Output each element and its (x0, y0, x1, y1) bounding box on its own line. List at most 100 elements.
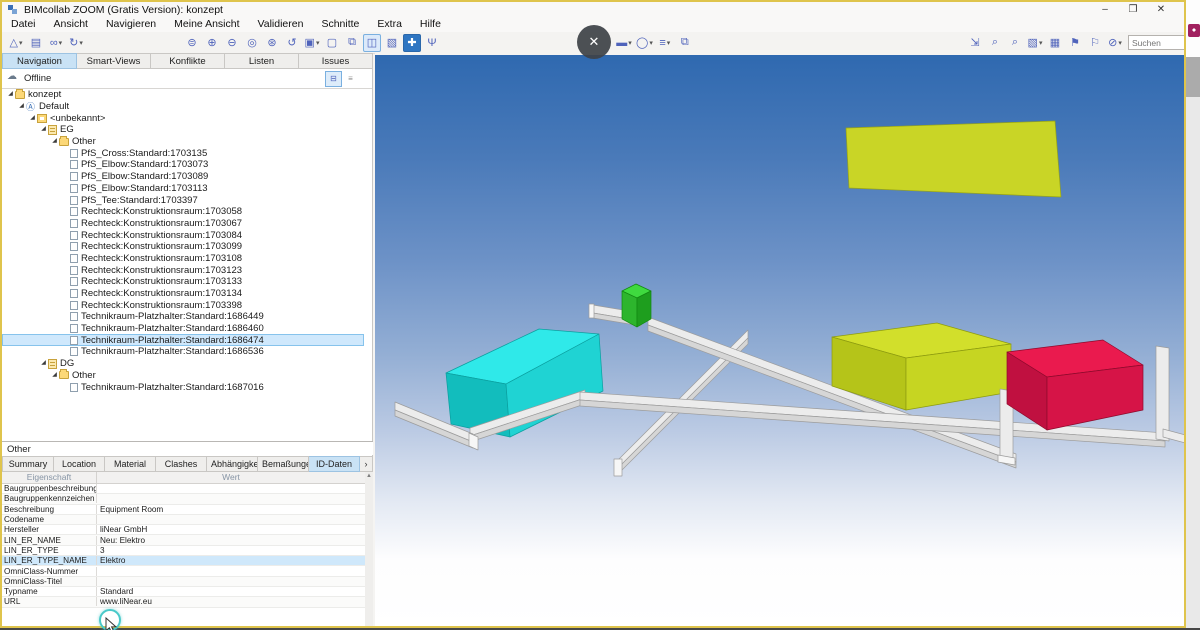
tree-item[interactable]: Rechteck:Konstruktionsraum:1703067 (2, 218, 364, 230)
beam-riser[interactable] (1156, 346, 1169, 441)
zoom-in-button[interactable]: ⊕ (203, 34, 221, 52)
menu-validieren[interactable]: Validieren (249, 17, 313, 31)
caret-down-icon[interactable]: ▾ (649, 39, 653, 47)
tab-smart-views[interactable]: Smart-Views (77, 53, 151, 69)
pick-remove-button[interactable]: ⚐ (1086, 34, 1104, 52)
caret-down-icon[interactable]: ▾ (1039, 39, 1043, 47)
tree-item[interactable]: PfS_Elbow:Standard:1703113 (2, 183, 364, 195)
search-input[interactable] (1128, 35, 1192, 50)
rotate-reset-button[interactable]: ↺ (283, 34, 301, 52)
caret-down-icon[interactable]: ▾ (667, 39, 671, 47)
caret-down-icon[interactable]: ▾ (628, 39, 632, 47)
table-row[interactable]: HerstellerliNear GmbH (2, 525, 365, 535)
menu-navigieren[interactable]: Navigieren (97, 17, 165, 31)
expand-arrow-icon[interactable]: ◢ (39, 359, 48, 366)
detail-tab-location[interactable]: Location (54, 456, 105, 472)
detail-tab-iddaten[interactable]: ID-Daten (309, 456, 360, 472)
viewport-canvas[interactable] (375, 55, 1184, 628)
menu-meine-ansicht[interactable]: Meine Ansicht (165, 17, 248, 31)
caret-down-icon[interactable]: ▾ (59, 39, 63, 47)
tree-item[interactable]: Technikraum-Platzhalter:Standard:1686460 (2, 323, 364, 335)
maximize-button[interactable]: ❐ (1120, 2, 1146, 17)
tree-item[interactable]: ◢DG (2, 358, 364, 370)
menu-extra[interactable]: Extra (368, 17, 411, 31)
table-row[interactable]: Codename (2, 515, 365, 525)
tree-item[interactable]: Rechteck:Konstruktionsraum:1703099 (2, 241, 364, 253)
tree-item[interactable]: ◢<unbekannt> (2, 112, 364, 124)
tree-item[interactable]: PfS_Tee:Standard:1703397 (2, 194, 364, 206)
expand-arrow-icon[interactable]: ◢ (50, 371, 59, 378)
viewport-3d[interactable] (375, 52, 1184, 628)
menu-datei[interactable]: Datei (2, 17, 45, 31)
detail-tab-clashes[interactable]: Clashes (156, 456, 207, 472)
table-row[interactable]: OmniClass-Nummer (2, 566, 365, 576)
expand-arrow-icon[interactable]: ◢ (28, 114, 37, 121)
scroll-up-icon[interactable]: ▲ (365, 473, 373, 479)
ortho-button[interactable]: ⊛ (263, 34, 281, 52)
copy-view-button[interactable]: ⧉ (676, 34, 694, 52)
close-button[interactable]: ✕ (1148, 2, 1174, 17)
tab-overflow-button[interactable]: › (360, 456, 373, 472)
tree-item[interactable]: ◢Other (2, 136, 364, 148)
tree-item[interactable]: ◢konzept (2, 89, 364, 101)
tab-listen[interactable]: Listen (225, 53, 299, 69)
tree-item[interactable]: Technikraum-Platzhalter:Standard:1686536 (2, 346, 364, 358)
model-scene[interactable] (375, 55, 1184, 628)
detail-tab-abhngigkeit[interactable]: Abhängigkeit... (207, 456, 258, 472)
tree-item[interactable]: Rechteck:Konstruktionsraum:1703398 (2, 299, 364, 311)
expand-arrow-icon[interactable]: ◢ (50, 137, 59, 144)
expand-arrow-icon[interactable]: ◢ (6, 90, 15, 97)
table-row[interactable]: TypnameStandard (2, 587, 365, 597)
walk-button[interactable]: Ψ (423, 34, 441, 52)
save-button[interactable]: ▤ (27, 34, 45, 52)
table-row[interactable]: LIN_ER_TYPE3 (2, 546, 365, 556)
menu-hilfe[interactable]: Hilfe (411, 17, 450, 31)
table-row[interactable]: Baugruppenbeschreibung (2, 484, 365, 494)
pick-add-button[interactable]: ⚑ (1066, 34, 1084, 52)
table-row[interactable]: LIN_ER_NAMENeu: Elektro (2, 535, 365, 545)
table-row[interactable]: LIN_ER_TYPE_NAMEElektro (2, 556, 365, 566)
caret-down-icon[interactable]: ▾ (19, 39, 23, 47)
zoom-out-button[interactable]: ⊖ (223, 34, 241, 52)
list-view-button[interactable]: ≡ (342, 71, 359, 87)
tree-item[interactable]: Rechteck:Konstruktionsraum:1703123 (2, 264, 364, 276)
menu-schnitte[interactable]: Schnitte (312, 17, 368, 31)
pan-button[interactable]: ✚ (403, 34, 421, 52)
table-row[interactable]: URLwww.liNear.eu (2, 597, 365, 607)
tree-item[interactable]: Technikraum-Platzhalter:Standard:1687016 (2, 381, 364, 393)
lime-panel[interactable] (846, 121, 1061, 197)
orbit-button[interactable]: ▣▾ (303, 34, 321, 52)
caret-down-icon[interactable]: ▾ (316, 39, 320, 47)
tree-view-button[interactable]: ⊟ (325, 71, 342, 87)
split-view-button[interactable]: ◫ (363, 34, 381, 52)
perspective-button[interactable]: ◎ (243, 34, 261, 52)
link-button[interactable]: ∞▾ (47, 34, 65, 52)
detail-tab-summary[interactable]: Summary (2, 456, 54, 472)
tree-item[interactable]: PfS_Elbow:Standard:1703089 (2, 171, 364, 183)
sync-button[interactable]: ↻▾ (67, 34, 85, 52)
detail-tab-bemaungen[interactable]: Bemaßungen (258, 456, 309, 472)
table-row[interactable]: OmniClass-Titel (2, 577, 365, 587)
tab-konflikte[interactable]: Konflikte (151, 53, 225, 69)
section-box-button[interactable]: ▢ (323, 34, 341, 52)
measure-button[interactable]: ▬▾ (615, 34, 633, 52)
tree-item[interactable]: PfS_Elbow:Standard:1703073 (2, 159, 364, 171)
tree-item[interactable]: ◢Other (2, 370, 364, 382)
zoom-reset-button[interactable]: ⊜ (183, 34, 201, 52)
open-model-button[interactable]: △▾ (7, 34, 25, 52)
tree-item[interactable]: ◢EG (2, 124, 364, 136)
table-row[interactable]: BeschreibungEquipment Room (2, 505, 365, 515)
menu-ansicht[interactable]: Ansicht (45, 17, 97, 31)
detail-tab-material[interactable]: Material (105, 456, 156, 472)
tab-navigation[interactable]: Navigation (2, 53, 77, 69)
desktop-app-icon[interactable] (1188, 24, 1200, 37)
cube-view-button[interactable]: ▧ (383, 34, 401, 52)
table-row[interactable]: Baugruppenkennzeichen (2, 494, 365, 504)
beam[interactable] (1163, 429, 1184, 445)
tree-item[interactable]: Rechteck:Konstruktionsraum:1703134 (2, 288, 364, 300)
zoom-window-button[interactable]: ⌕ (986, 34, 1004, 52)
caret-down-icon[interactable]: ▾ (1118, 39, 1122, 47)
tree-item[interactable]: Rechteck:Konstruktionsraum:1703058 (2, 206, 364, 218)
caret-down-icon[interactable]: ▾ (79, 39, 83, 47)
fit-view-button[interactable]: ⇲ (966, 34, 984, 52)
